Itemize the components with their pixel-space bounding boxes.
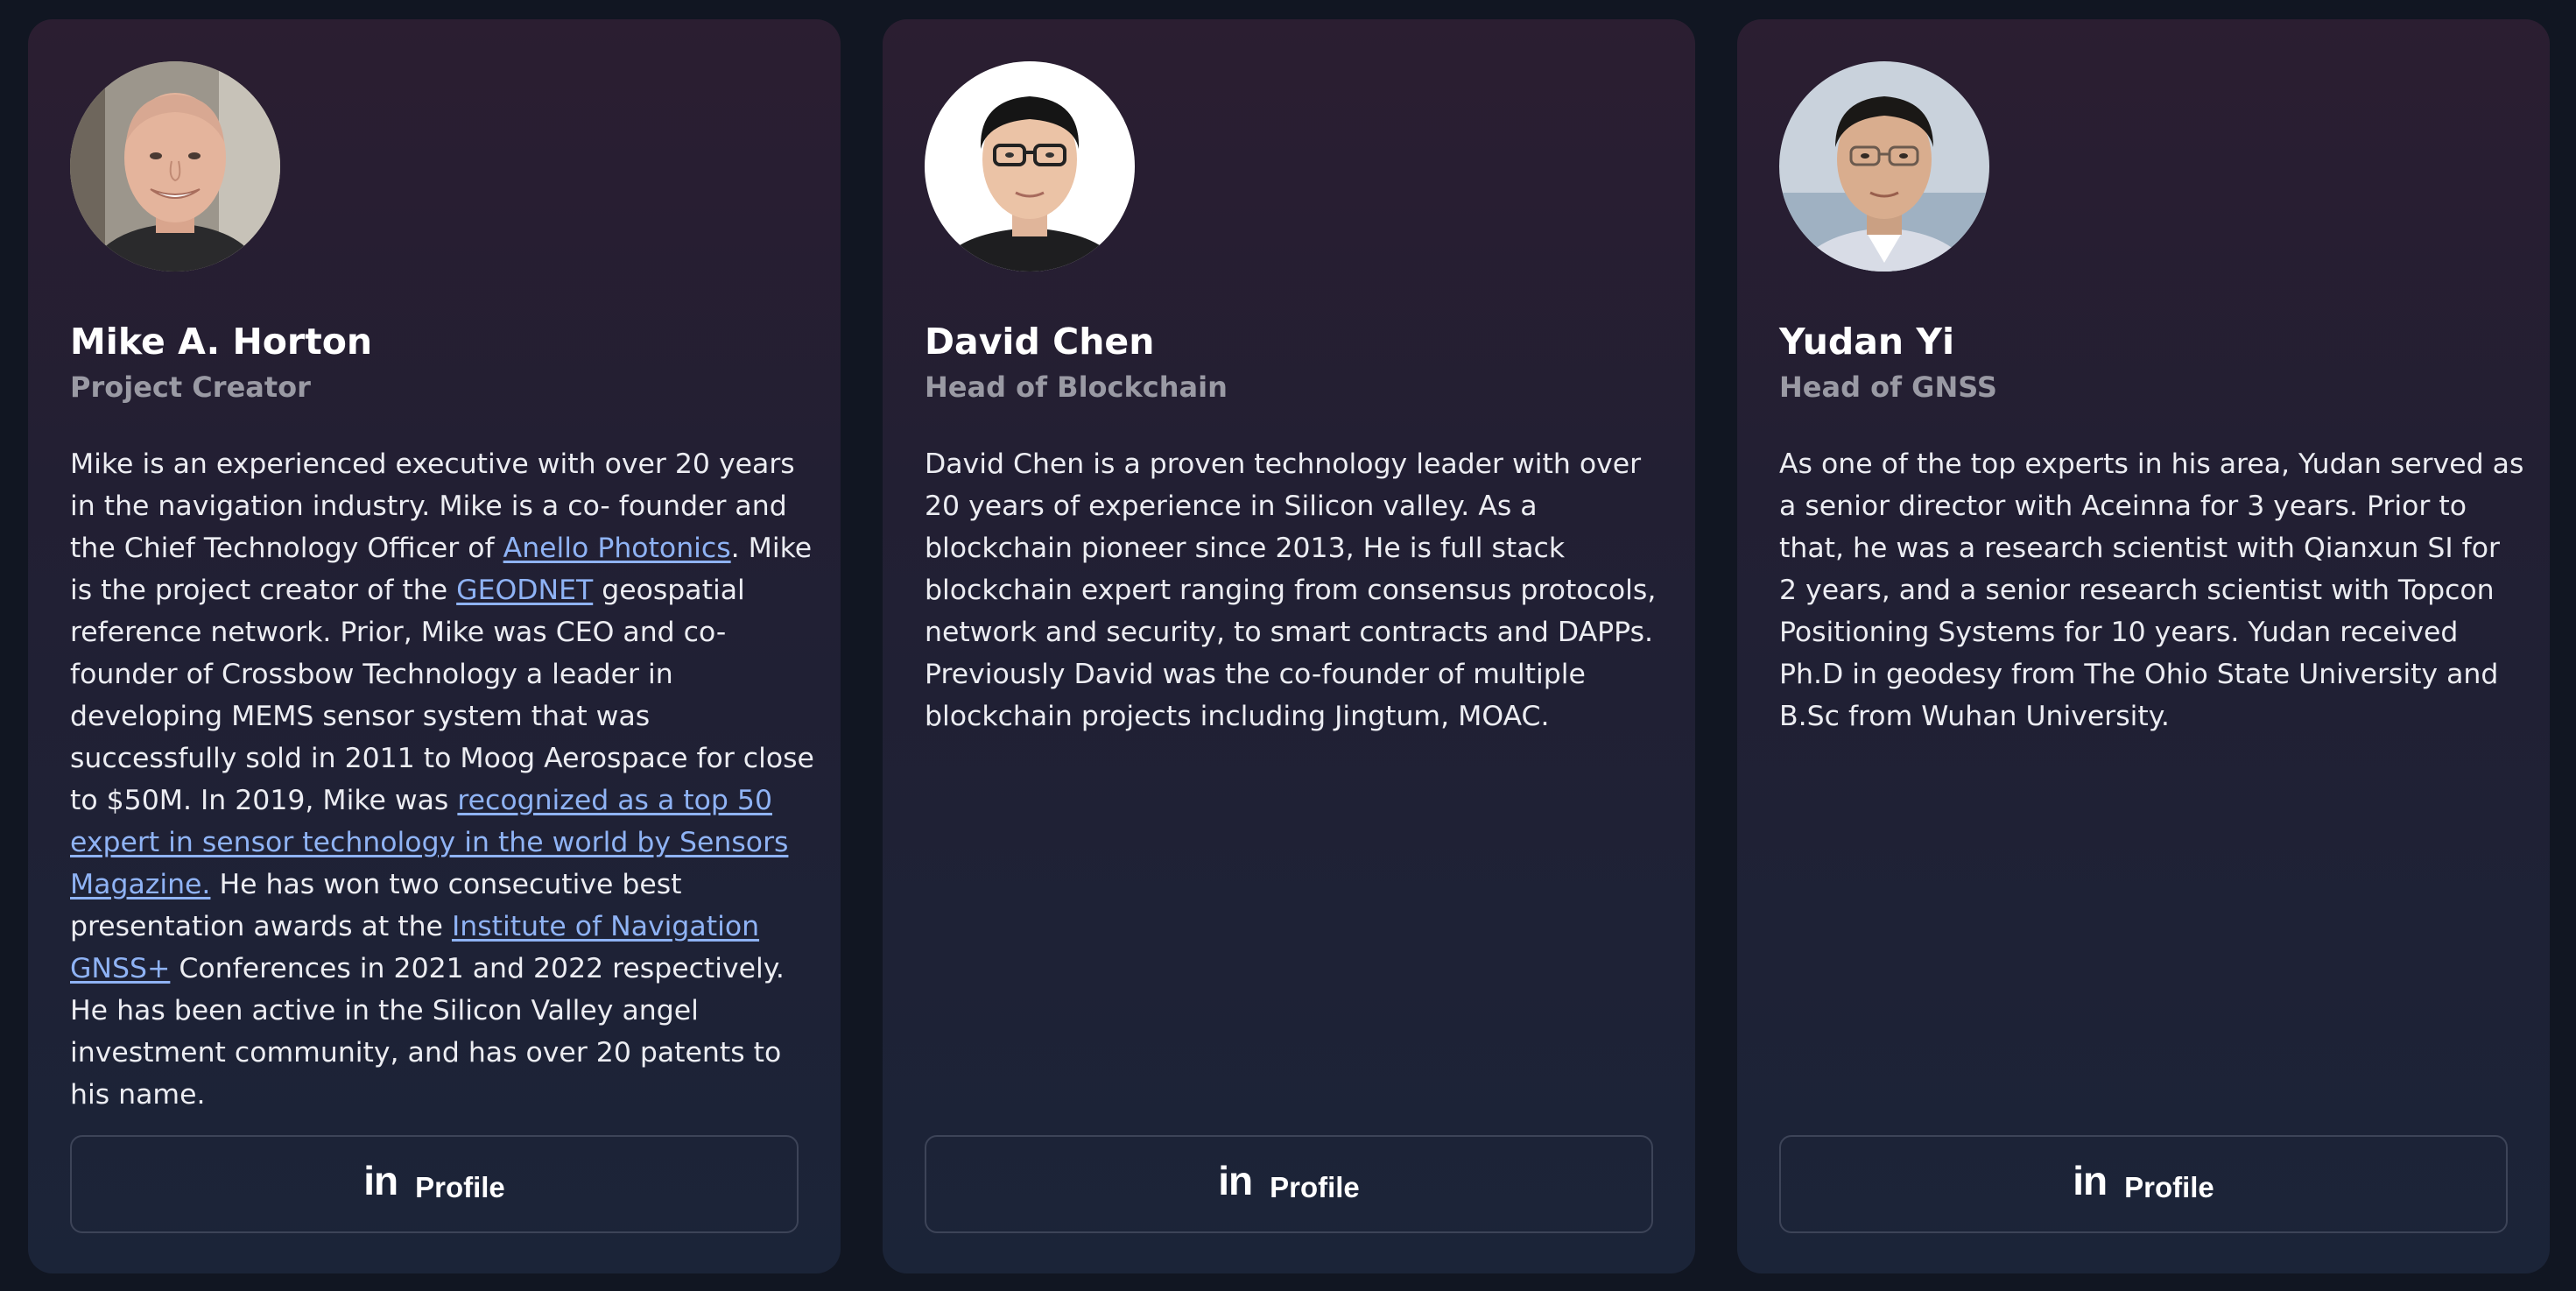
linkedin-icon: in bbox=[363, 1158, 398, 1203]
avatar bbox=[925, 61, 1135, 272]
profile-button-label: Profile bbox=[2124, 1171, 2214, 1203]
avatar bbox=[70, 61, 280, 272]
member-role: Head of Blockchain bbox=[925, 370, 1228, 404]
member-role: Project Creator bbox=[70, 370, 311, 404]
linkedin-icon: in bbox=[1218, 1158, 1253, 1203]
linkedin-icon: in bbox=[2073, 1158, 2108, 1203]
bio-text: David Chen is a proven technology leader… bbox=[925, 448, 1657, 732]
team-card-mike-horton: Mike A. Horton Project Creator Mike is a… bbox=[28, 19, 841, 1273]
member-name: Mike A. Horton bbox=[70, 321, 373, 363]
linkedin-profile-button[interactable]: in Profile bbox=[925, 1135, 1653, 1233]
profile-button-label: Profile bbox=[1270, 1171, 1360, 1203]
avatar bbox=[1779, 61, 1989, 272]
bio-text: geospatial reference network. Prior, Mik… bbox=[70, 575, 814, 816]
team-card-david-chen: David Chen Head of Blockchain David Chen… bbox=[883, 19, 1695, 1273]
member-bio: David Chen is a proven technology leader… bbox=[925, 443, 1671, 737]
geodnet-link[interactable]: GEODNET bbox=[456, 575, 593, 606]
member-bio: Mike is an experienced executive with ov… bbox=[70, 443, 816, 1116]
member-role: Head of GNSS bbox=[1779, 370, 1997, 404]
linkedin-profile-button[interactable]: in Profile bbox=[1779, 1135, 2508, 1233]
member-name: David Chen bbox=[925, 321, 1155, 363]
bio-text: As one of the top experts in his area, Y… bbox=[1779, 448, 2524, 732]
linkedin-profile-button[interactable]: in Profile bbox=[70, 1135, 799, 1233]
team-card-yudan-yi: Yudan Yi Head of GNSS As one of the top … bbox=[1737, 19, 2550, 1273]
profile-button-label: Profile bbox=[415, 1171, 505, 1203]
member-name: Yudan Yi bbox=[1779, 321, 1955, 363]
member-bio: As one of the top experts in his area, Y… bbox=[1779, 443, 2525, 737]
anello-photonics-link[interactable]: Anello Photonics bbox=[503, 533, 731, 564]
team-section: Mike A. Horton Project Creator Mike is a… bbox=[0, 0, 2576, 1291]
bio-text: Conferences in 2021 and 2022 respectivel… bbox=[70, 953, 785, 1111]
